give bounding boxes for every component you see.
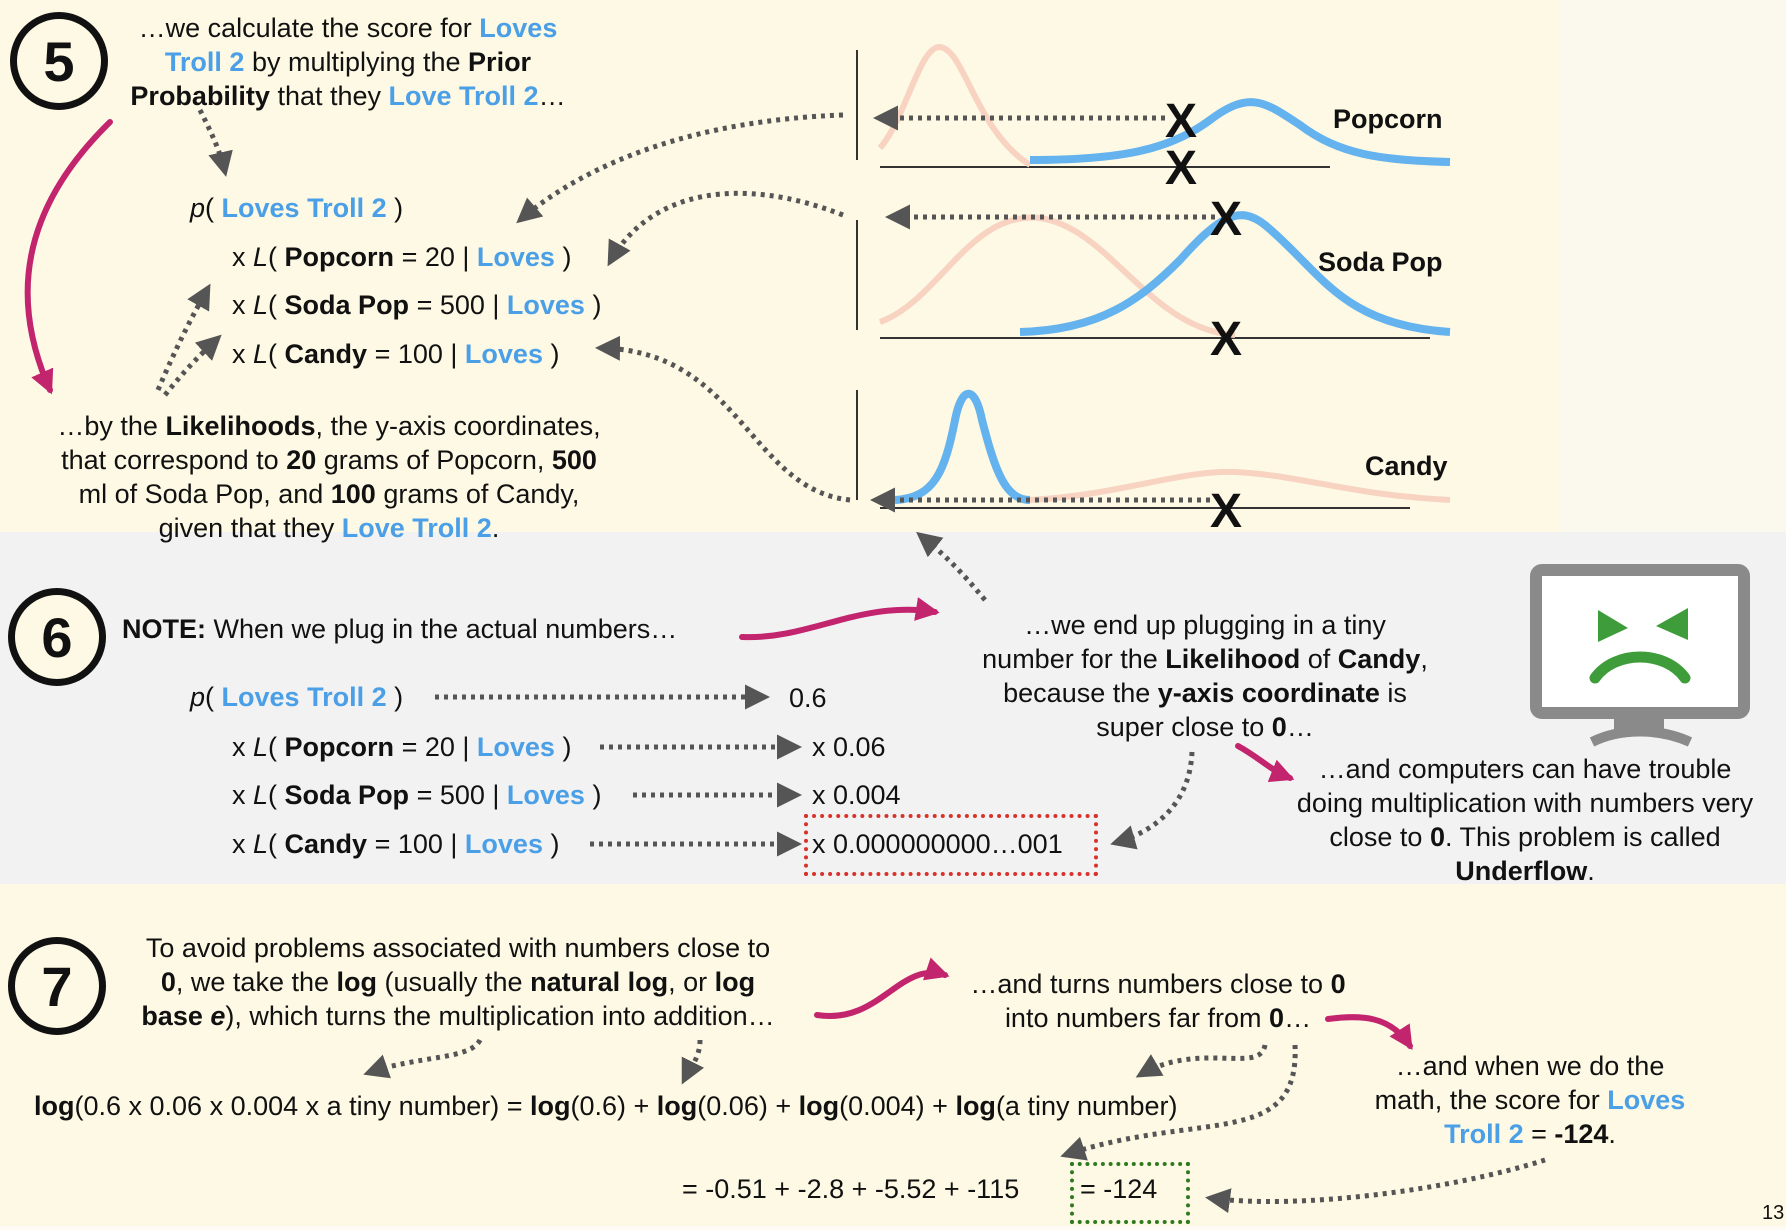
far-from-zero-note: …and turns numbers close to 0 into numbe… <box>970 969 1346 1033</box>
soda-pop-axis-x-marker: X <box>1210 313 1242 366</box>
tiny-number-note: …we end up plugging in a tiny number for… <box>982 610 1428 742</box>
step6-popcorn-term: x L( Popcorn = 20 | Loves ) <box>232 732 572 762</box>
log-result: = -124 <box>1080 1174 1158 1204</box>
value-prior: 0.6 <box>789 683 827 713</box>
step7-intro: To avoid problems associated with number… <box>141 933 775 1031</box>
popcorn-plot: Popcorn X X <box>856 44 1451 195</box>
step-5-badge: 5 <box>10 12 108 110</box>
likelihood-candy: x L( Candy = 100 | Loves ) <box>232 339 560 369</box>
underflow-note: …and computers can have trouble doing mu… <box>1296 754 1754 886</box>
value-soda-pop: x 0.004 <box>812 780 901 810</box>
popcorn-axis-x-marker: X <box>1165 142 1197 195</box>
soda-pop-plot: Soda Pop X X <box>856 193 1451 366</box>
candy-label: Candy <box>1365 451 1448 481</box>
candy-plot: Candy X <box>856 389 1451 538</box>
final-score-note: …and when we do the math, the score for … <box>1374 1051 1686 1149</box>
step-6-badge: 6 <box>8 588 106 686</box>
soda-pop-label: Soda Pop <box>1318 247 1443 277</box>
step6-prior-term: p( Loves Troll 2 ) <box>190 682 404 712</box>
log-sum: = -0.51 + -2.8 + -5.52 + -115 <box>682 1174 1020 1204</box>
likelihood-explanation: …by the Likelihoods, the y-axis coordina… <box>57 411 601 543</box>
candy-x-marker: X <box>1210 485 1242 538</box>
likelihood-popcorn: x L( Popcorn = 20 | Loves ) <box>232 242 572 272</box>
popcorn-x-marker: X <box>1165 95 1197 148</box>
value-popcorn: x 0.06 <box>812 732 886 762</box>
step6-note: NOTE: When we plug in the actual numbers… <box>122 614 678 644</box>
log-equation: log(0.6 x 0.06 x 0.004 x a tiny number) … <box>34 1091 1178 1121</box>
prior-term: p( Loves Troll 2 ) <box>190 193 404 223</box>
step6-candy-term: x L( Candy = 100 | Loves ) <box>232 829 560 859</box>
popcorn-label: Popcorn <box>1333 104 1443 134</box>
page-number: 13 <box>1762 1202 1785 1224</box>
step6-soda-pop-term: x L( Soda Pop = 500 | Loves ) <box>232 780 602 810</box>
likelihood-soda-pop: x L( Soda Pop = 500 | Loves ) <box>232 290 602 320</box>
value-candy: x 0.000000000…001 <box>812 829 1063 859</box>
sad-monitor-icon <box>1530 564 1750 747</box>
step-7-badge: 7 <box>8 937 106 1035</box>
step5-intro: …we calculate the score for Loves Troll … <box>130 13 566 111</box>
